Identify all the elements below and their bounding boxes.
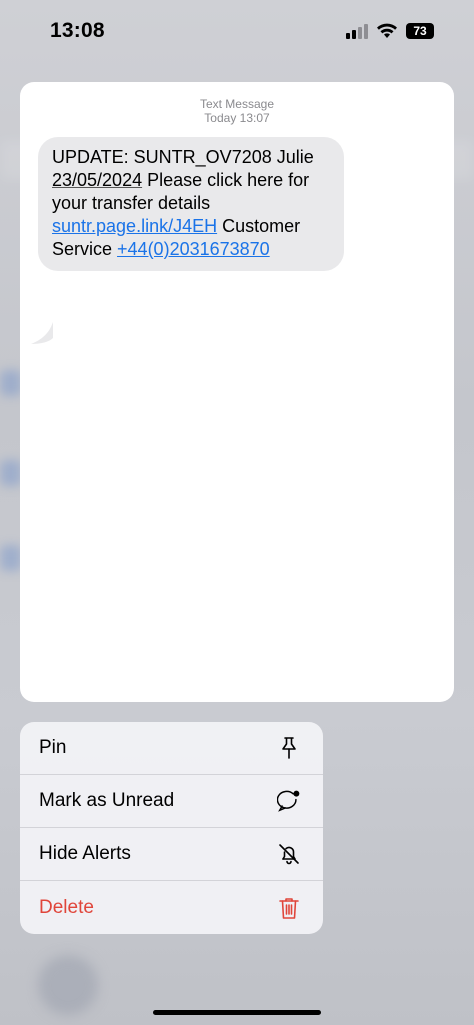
status-time: 13:08 [50,19,105,42]
phone-number-link[interactable]: +44(0)2031673870 [117,239,270,259]
message-text: Service [52,239,118,259]
menu-item-delete[interactable]: Delete [20,881,323,934]
context-menu: Pin Mark as Unread Hide Alerts Delete [20,722,323,934]
message-line: UPDATE: SUNTR_OV7208 Julie [52,147,314,167]
menu-item-mark-unread[interactable]: Mark as Unread [20,775,323,828]
background-blur-shape [0,460,22,486]
menu-item-hide-alerts[interactable]: Hide Alerts [20,828,323,881]
cellular-signal-icon [346,23,368,39]
battery-icon: 73 [406,23,434,39]
message-text: Customer [217,216,301,236]
background-blur-shape [0,545,22,571]
trash-icon [277,896,301,920]
message-text: your transfer details [52,193,211,213]
message-sender-label: Text Message [199,97,275,111]
menu-item-pin[interactable]: Pin [20,722,323,775]
menu-item-label: Pin [39,737,67,758]
background-avatar [38,955,98,1015]
message-preview-card: Text Message Today 13:07 UPDATE: SUNTR_O… [20,82,454,702]
wifi-icon [377,23,397,38]
unread-bubble-icon [277,789,301,813]
message-header: Text Message Today 13:07 [20,82,454,125]
background-blur-shape [0,370,22,396]
pin-icon [277,736,301,760]
message-timestamp: Today 13:07 [204,111,270,125]
message-date[interactable]: 23/05/2024 [52,170,142,190]
message-link[interactable]: suntr.page.link/J4EH [52,216,217,236]
menu-item-label: Delete [39,896,94,918]
menu-item-label: Hide Alerts [39,843,131,864]
message-text: Please click here for [142,170,310,190]
status-icons: 73 [346,23,434,39]
bell-slash-icon [277,842,301,866]
battery-level: 73 [413,24,427,38]
home-indicator[interactable] [153,1010,321,1015]
status-bar: 13:08 73 [0,0,474,62]
menu-item-label: Mark as Unread [39,790,175,811]
message-bubble: UPDATE: SUNTR_OV7208 Julie 23/05/2024 Pl… [38,137,344,271]
bubble-tail [31,322,53,344]
